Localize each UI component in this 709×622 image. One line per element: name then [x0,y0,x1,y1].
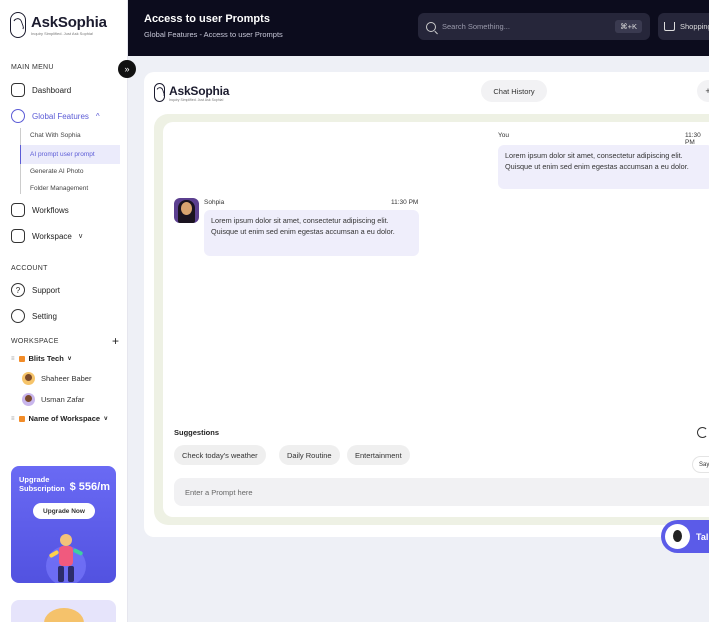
add-workspace-button[interactable]: + [112,334,119,348]
upgrade-now-button[interactable]: Upgrade Now [33,503,95,519]
workspace-name: Blits Tech [28,354,64,363]
workspace-icon [11,229,25,243]
sidebar-item-setting[interactable]: Setting [11,309,57,323]
sophia-avatar [174,198,199,223]
drag-handle-icon[interactable]: ≡ [11,416,15,422]
search-bar[interactable]: Search Something... ⌘+K [418,13,650,40]
top-bar: Access to user Prompts Global Features -… [128,0,709,56]
submenu-item-folder-management[interactable]: Folder Management [30,185,88,192]
brand-tagline: Inquiry Simplified. Just Ask Sophia! [31,31,94,36]
sidebar-item-workspace[interactable]: Workspace v [11,229,82,243]
workspace-name: Name of Workspace [28,414,101,423]
sidebar: AskSophia Inquiry Simplified. Just Ask S… [0,0,128,622]
workspace-member[interactable]: Usman Zafar [22,393,84,406]
user-message-name: You [498,132,509,139]
suggestion-chip[interactable]: Entertainment [347,445,410,465]
asksophia-logo-icon [10,12,26,38]
main-menu-label: MAIN MENU [11,64,54,71]
sidebar-item-label: Setting [32,311,57,321]
avatar [22,372,35,385]
workflow-icon [11,203,25,217]
user-message-bubble: Lorem ipsum dolor sit amet, consectetur … [498,145,709,189]
sidebar-brand[interactable]: AskSophia Inquiry Simplified. Just Ask S… [10,12,107,38]
refresh-icon[interactable] [697,427,708,438]
talk-label: Talk [696,531,709,542]
search-input[interactable]: Search Something... [442,22,609,31]
drag-handle-icon[interactable]: ≡ [11,356,15,362]
user-message-time: 11:30 PM [685,132,701,146]
bot-message-bubble: Lorem ipsum dolor sit amet, consectetur … [204,210,419,256]
sidebar-item-workflows[interactable]: Workflows [11,203,69,217]
sidebar-item-dashboard[interactable]: Dashboard [11,83,71,97]
prompt-input[interactable] [174,478,709,506]
brand-tagline: Inquiry Simplified. Just Ask Sophia! [169,97,224,102]
say-chip[interactable]: Say [692,456,709,473]
chevron-down-icon: v [78,232,83,240]
sidebar-item-label: Global Features [32,111,89,121]
cart-icon [664,22,675,31]
member-name: Shaheer Baber [41,374,92,383]
suggestion-chip[interactable]: Check today's weather [174,445,266,465]
bot-message-time: 11:30 PM [391,199,419,206]
workspace-label: WORKSPACE [11,338,59,345]
promo-card [11,600,116,622]
chat-history-button[interactable]: Chat History [481,80,547,102]
user-icon [11,109,25,123]
chevron-up-icon: ^ [95,111,100,121]
double-chevron-right-icon: » [124,64,130,74]
submenu-item-chat[interactable]: Chat With Sophia [30,132,81,139]
brand-name: AskSophia [169,83,230,98]
shortcut-badge: ⌘+K [615,20,642,33]
suggestions-label: Suggestions [174,428,220,437]
home-icon [11,83,25,97]
chevron-down-icon: v [67,355,72,362]
talk-button[interactable]: Talk [661,520,709,553]
search-icon [426,21,436,32]
character-icon [44,608,84,622]
shopping-label: Shopping [680,22,709,31]
sophia-avatar-icon [665,524,690,549]
workspace-row[interactable]: ≡ Blits Tech v [11,354,71,363]
bot-message-name: Sohpia [204,199,225,206]
account-label: ACCOUNT [11,265,48,272]
workspace-row[interactable]: ≡ Name of Workspace v [11,414,107,423]
workspace-color-icon [18,355,25,362]
upgrade-price: $ 556/m [69,481,110,493]
page-title: Access to user Prompts [144,13,270,25]
chevron-down-icon: v [104,415,108,422]
suggestion-chip[interactable]: Daily Routine [279,445,340,465]
shopping-button[interactable]: Shopping [658,13,709,40]
sidebar-item-label: Workspace [32,231,72,241]
submenu-item-ai-prompt[interactable]: AI prompt user prompt [30,151,95,158]
asksophia-logo-icon [154,83,165,102]
collapse-sidebar-button[interactable]: » [118,60,136,78]
workspace-color-icon [18,415,25,422]
workspace-member[interactable]: Shaheer Baber [22,372,91,385]
submenu-item-generate-photo[interactable]: Generate AI Photo [30,168,83,175]
avatar [22,393,35,406]
breadcrumb: Global Features - Access to user Prompts [144,30,283,39]
member-name: Usman Zafar [41,395,85,404]
upgrade-card: Upgrade Subscription $ 556/m Upgrade Now [11,466,116,583]
help-icon: ? [11,283,25,297]
sidebar-item-support[interactable]: ? Support [11,283,60,297]
sidebar-item-label: Workflows [32,205,69,215]
upgrade-illustration [46,534,86,583]
brand-name: AskSophia [31,14,107,31]
sidebar-item-label: Dashboard [32,85,72,95]
upgrade-title: Upgrade Subscription [19,475,65,493]
gear-icon [11,309,25,323]
card-brand: AskSophia Inquiry Simplified. Just Ask S… [154,83,229,102]
sidebar-item-label: Support [32,285,61,295]
sidebar-item-global-features[interactable]: Global Features ^ [11,109,100,123]
